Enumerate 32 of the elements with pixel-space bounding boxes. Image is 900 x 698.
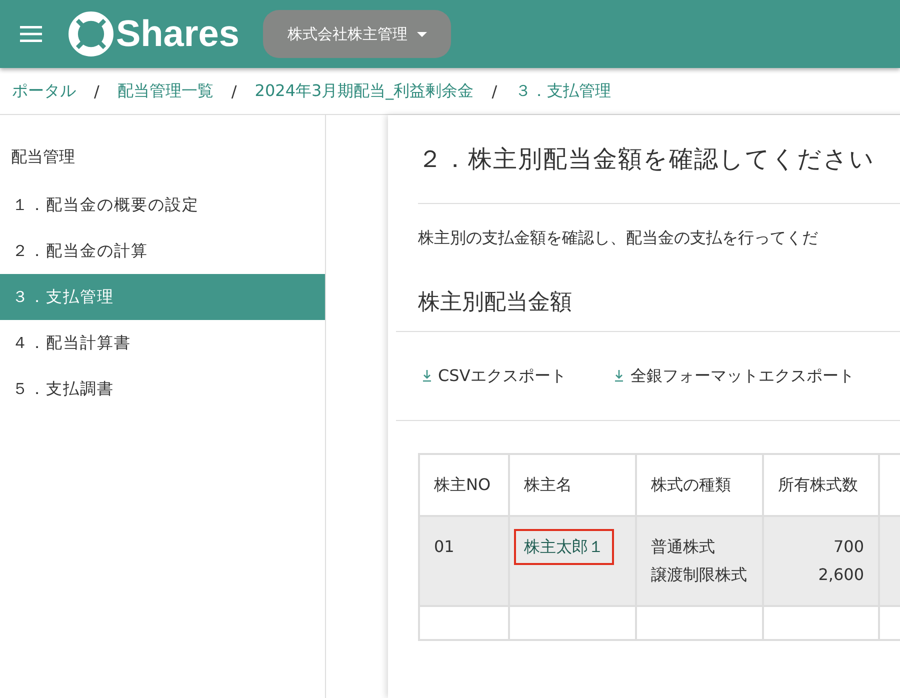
page-title: ２．株主別配当金額を確認してください	[418, 144, 876, 175]
sidebar-item[interactable]: ５．支払調書	[0, 366, 325, 412]
table-cell-text: 700	[832, 536, 864, 558]
sidebar-item[interactable]: ２．配当金の計算	[0, 228, 325, 274]
column-header: 株主NO	[419, 454, 509, 516]
download-icon	[614, 370, 624, 382]
table-cell-text: 譲渡制限株式	[651, 564, 748, 586]
export-button[interactable]: CSVエクスポート	[422, 366, 566, 386]
breadcrumb-separator: /	[231, 82, 237, 100]
section-title: 株主別配当金額	[418, 289, 573, 317]
shareholder-link[interactable]: 株主太郎１	[514, 529, 614, 565]
breadcrumb-link[interactable]: ポータル	[12, 80, 76, 102]
sidebar-item[interactable]: ３．支払管理	[0, 274, 325, 320]
sidebar-item[interactable]: １．配当金の概要の設定	[0, 182, 325, 228]
sidebar-item[interactable]: ４．配当計算書	[0, 320, 325, 366]
download-icon	[422, 370, 432, 382]
table-cell-text: 2,600	[817, 564, 864, 586]
caret-icon	[417, 32, 428, 36]
breadcrumb-link[interactable]: 配当管理一覧	[117, 80, 214, 102]
table-cell: 01	[419, 516, 509, 606]
menu-icon[interactable]	[20, 26, 42, 42]
description-text: 株主別の支払金額を確認し、配当金の支払を行ってくだ	[418, 228, 819, 249]
breadcrumb-separator: /	[94, 82, 100, 100]
export-button[interactable]: 全銀フォーマットエクスポート	[614, 366, 854, 386]
brand-name: Shares	[116, 13, 240, 55]
breadcrumb-separator: /	[492, 82, 498, 100]
company-dropdown[interactable]: 株式会社株主管理	[263, 10, 452, 58]
table-cell-text: 普通株式	[651, 536, 716, 558]
breadcrumb-link[interactable]: ３．支払管理	[515, 80, 612, 102]
breadcrumb-link[interactable]: 2024年3月期配当_利益剰余金	[254, 80, 474, 102]
lifebuoy-logo-icon	[68, 11, 114, 57]
sidebar-heading: 配当管理	[10, 147, 76, 168]
